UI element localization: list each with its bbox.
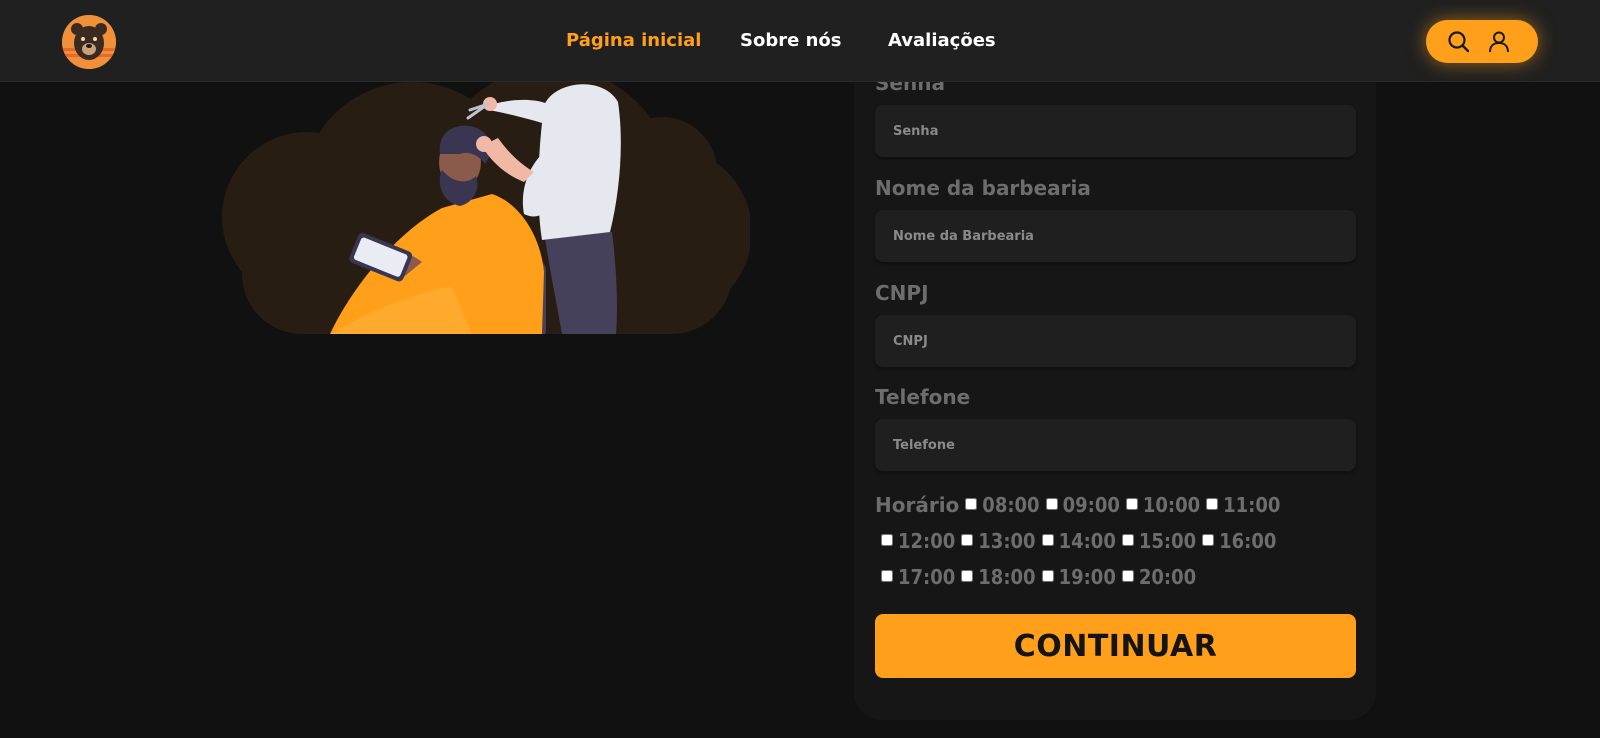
time-slot-checkbox-0900[interactable] bbox=[1045, 498, 1058, 510]
time-slot-label: 18:00 bbox=[978, 565, 1036, 589]
time-slot-label: 08:00 bbox=[982, 493, 1040, 517]
time-slot-label: 10:00 bbox=[1142, 493, 1201, 517]
time-slot-checkbox-1700[interactable] bbox=[881, 570, 893, 582]
time-slot-label: 13:00 bbox=[978, 529, 1036, 553]
barbershop-name-field[interactable] bbox=[875, 210, 1356, 262]
time-slot: 11:00 bbox=[1200, 487, 1280, 523]
schedule-group: Horário 08:00 09:00 10:00 11:00 12:00 13:00 14:… bbox=[875, 487, 1355, 595]
time-slot-label: 16:00 bbox=[1219, 529, 1277, 553]
time-slot: 16:00 bbox=[1196, 523, 1276, 559]
time-slot: 19:00 bbox=[1036, 559, 1116, 595]
nav-link-about[interactable]: Sobre nós bbox=[740, 30, 841, 51]
time-slot-checkbox-1900[interactable] bbox=[1041, 570, 1054, 582]
search-icon[interactable] bbox=[1446, 29, 1472, 55]
time-slot-checkbox-1400[interactable] bbox=[1041, 534, 1054, 546]
time-slot: 17:00 bbox=[875, 559, 955, 595]
time-slot-checkbox-1800[interactable] bbox=[961, 570, 974, 582]
time-slot-label: 17:00 bbox=[898, 565, 956, 589]
password-field[interactable] bbox=[875, 105, 1356, 157]
time-slot-label: 14:00 bbox=[1058, 529, 1116, 553]
phone-label: Telefone bbox=[875, 385, 971, 409]
barber-cutting-hair-illustration bbox=[222, 82, 750, 334]
time-slot-checkbox-1300[interactable] bbox=[961, 534, 974, 546]
header-actions bbox=[1426, 20, 1538, 63]
nav-link-reviews[interactable]: Avaliações bbox=[888, 30, 996, 51]
time-slot-label: 12:00 bbox=[898, 529, 956, 553]
time-slot: 20:00 bbox=[1116, 559, 1196, 595]
time-slot-checkbox-1000[interactable] bbox=[1125, 498, 1138, 510]
time-slot-checkbox-1200[interactable] bbox=[881, 534, 893, 546]
time-slot-checkbox-2000[interactable] bbox=[1121, 570, 1134, 582]
time-slot: 08:00 bbox=[959, 487, 1040, 523]
time-slot: 09:00 bbox=[1040, 487, 1120, 523]
time-slot-checkbox-1500[interactable] bbox=[1121, 534, 1134, 546]
time-slot-checkbox-1100[interactable] bbox=[1206, 498, 1219, 510]
time-slot-label: 19:00 bbox=[1058, 565, 1116, 589]
nav-link-home[interactable]: Página inicial bbox=[566, 30, 701, 51]
main-nav: Página inicial Sobre nós Avaliações bbox=[0, 0, 1600, 82]
time-slot: 15:00 bbox=[1116, 523, 1196, 559]
navbar: Página inicial Sobre nós Avaliações bbox=[0, 0, 1600, 82]
continue-button[interactable]: CONTINUAR bbox=[875, 614, 1356, 678]
user-icon[interactable] bbox=[1486, 29, 1512, 55]
time-slot: 14:00 bbox=[1036, 523, 1116, 559]
time-slot-label: 15:00 bbox=[1138, 529, 1197, 553]
time-slot: 13:00 bbox=[955, 523, 1036, 559]
time-slot-checkbox-1600[interactable] bbox=[1202, 534, 1215, 546]
phone-field[interactable] bbox=[875, 419, 1356, 471]
time-slot: 18:00 bbox=[955, 559, 1036, 595]
cnpj-label: CNPJ bbox=[875, 281, 929, 305]
schedule-label: Horário bbox=[875, 493, 960, 517]
bear-logo-icon[interactable] bbox=[62, 15, 116, 69]
barbershop-name-label: Nome da barbearia bbox=[875, 176, 1091, 200]
time-slot: 12:00 bbox=[875, 523, 955, 559]
cnpj-field[interactable] bbox=[875, 315, 1356, 367]
time-slot-label: 09:00 bbox=[1062, 493, 1120, 517]
time-slot-label: 20:00 bbox=[1138, 565, 1197, 589]
time-slot: 10:00 bbox=[1120, 487, 1200, 523]
time-slot-label: 11:00 bbox=[1223, 493, 1281, 517]
time-slot-checkbox-0800[interactable] bbox=[965, 498, 978, 510]
